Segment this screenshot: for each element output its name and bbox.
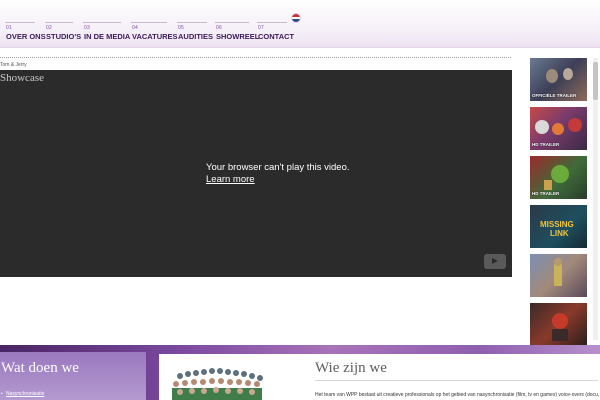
video-thumbnail[interactable]: MISSING LINK [530,205,587,248]
video-thumbnail[interactable]: HD TRAILER [530,156,587,199]
video-caption: Tom & Jerry [0,62,27,68]
video-error-text: Your browser can't play this video. [206,162,350,173]
youtube-logo-icon[interactable] [484,254,506,269]
nav-number: 02 [46,25,52,31]
what-we-do-title: Wat doen we [1,360,79,376]
thumbnail-label: HD TRAILER [532,191,560,196]
svg-text:MISSING: MISSING [540,220,574,229]
thumbnail-image [552,313,568,341]
nav-label: STUDIO'S [46,32,82,41]
thumbnail-image [554,258,562,286]
thumbnail-label: OFFICIËLE TRAILER [532,93,577,98]
nav-showreel[interactable]: 06 SHOWREEL [215,22,259,44]
nav-label: IN DE MEDIA [84,32,131,41]
nav-in-de-media[interactable]: 03 IN DE MEDIA [83,22,130,44]
nav-studios[interactable]: 02 STUDIO'S [45,22,81,44]
team-photo [160,362,273,400]
nav-vacatures[interactable]: 04 VACATURES [131,22,178,44]
who-we-are-title: Wie zijn we [315,360,387,376]
video-title: Showcase [0,72,44,84]
divider [315,380,598,381]
thumbnail-label: HD TRAILER [532,142,560,147]
video-thumbnail[interactable] [530,254,587,297]
video-thumbnail[interactable]: OFFICIËLE TRAILER [530,58,587,101]
thumbnail-scrollbar[interactable] [593,58,598,340]
nav-number: 06 [216,25,222,31]
dutch-flag-icon[interactable] [291,13,301,23]
thumbnail-image: MISSING LINK [540,220,574,238]
divider [0,57,511,58]
nav-contact[interactable]: 07 CONTACT [257,22,294,44]
top-navigation: 01 OVER ONS 02 STUDIO'S 03 IN DE MEDIA 0… [0,0,600,48]
nav-audities[interactable]: 05 AUDITIES [177,22,213,44]
video-thumbnail[interactable]: HD TRAILER [530,107,587,150]
video-player[interactable]: Showcase Your browser can't play this vi… [0,70,512,277]
nav-label: SHOWREEL [216,32,260,41]
bullet-icon: • [1,391,3,397]
learn-more-link[interactable]: Learn more [206,174,350,186]
nav-number: 05 [178,25,184,31]
video-error-message: Your browser can't play this video. Lear… [206,162,350,186]
nav-number: 07 [258,25,264,31]
nav-label: AUDITIES [178,32,214,41]
nav-label: VACATURES [132,32,178,41]
video-thumbnail-list: OFFICIËLE TRAILER HD TRAILER HD TRAILER … [528,58,588,346]
nav-label: OVER ONS [6,32,46,41]
scrollbar-handle[interactable] [593,62,598,100]
video-thumbnail[interactable] [530,303,587,346]
nasynchronisatie-link[interactable]: Nasynchronisatie [6,391,44,397]
nav-over-ons[interactable]: 01 OVER ONS [5,22,46,44]
what-we-do-panel: Wat doen we • Nasynchronisatie [0,352,146,400]
who-we-are-text: Het team van WPP bestaat uit creatieve p… [315,392,600,398]
svg-text:LINK: LINK [550,229,569,238]
nav-number: 04 [132,25,138,31]
nav-number: 01 [6,25,12,31]
nav-number: 03 [84,25,90,31]
nav-label: CONTACT [258,32,295,41]
